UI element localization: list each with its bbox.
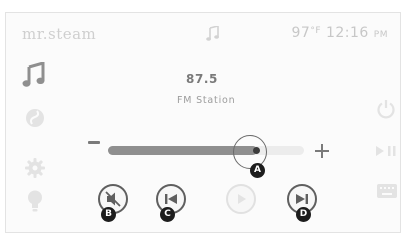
volume-up-button[interactable] — [315, 144, 329, 158]
clock-time: 12:16 — [325, 25, 369, 41]
callout-badge-c: C — [160, 207, 175, 222]
callout-badge-a: A — [250, 163, 265, 178]
play-button[interactable] — [226, 184, 256, 214]
music-note-icon — [206, 26, 219, 41]
next-icon — [296, 194, 308, 204]
play-pause-icon[interactable] — [373, 143, 399, 159]
clock-period: PM — [373, 30, 388, 40]
station-source-label: FM Station — [177, 95, 236, 106]
play-icon — [238, 194, 246, 204]
volume-down-button[interactable] — [88, 141, 100, 144]
keyboard-icon[interactable] — [377, 184, 397, 198]
music-icon[interactable] — [22, 62, 46, 88]
callout-badge-b: B — [101, 207, 116, 222]
power-icon[interactable] — [376, 99, 396, 119]
previous-icon — [165, 194, 177, 204]
callout-badge-d: D — [296, 207, 311, 222]
steam-icon[interactable] — [26, 109, 44, 127]
status-bar: 97°F 12:16 PM — [292, 25, 388, 41]
station-frequency: 87.5 — [186, 72, 219, 86]
temperature-value: 97 — [291, 25, 311, 41]
light-bulb-icon[interactable] — [26, 190, 44, 212]
settings-gear-icon[interactable] — [25, 158, 45, 178]
volume-slider[interactable] — [108, 146, 304, 155]
mute-icon — [105, 191, 121, 207]
temperature-unit: °F — [310, 26, 322, 36]
mrsteam-control-screen: mr.steam 97°F 12:16 PM 87.5 FM Station A… — [5, 12, 401, 233]
brand-logo: mr.steam — [22, 25, 97, 43]
